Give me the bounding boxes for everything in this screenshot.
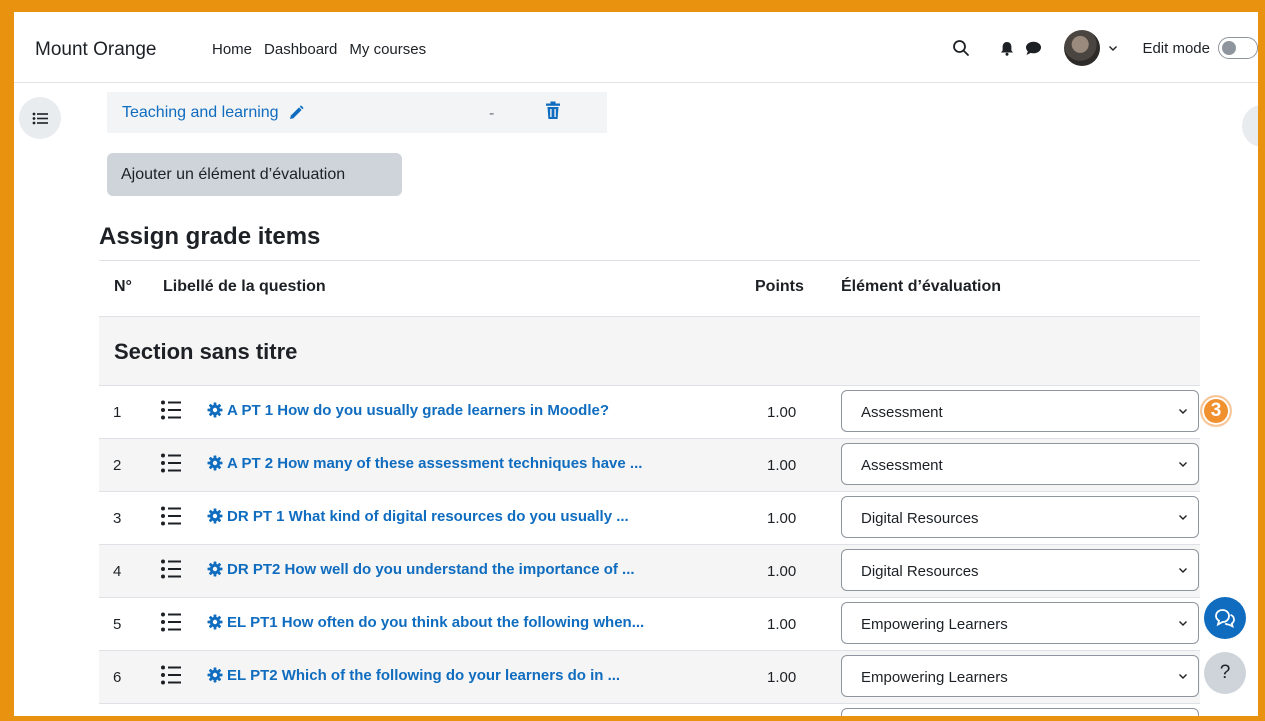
- page-title: Assign grade items: [99, 223, 321, 250]
- question-link[interactable]: A PT 1 How do you usually grade learners…: [227, 402, 609, 419]
- grade-item-select[interactable]: Digital Resources: [841, 496, 1199, 538]
- right-drawer-button[interactable]: [1242, 105, 1258, 147]
- row-number: 2: [113, 457, 122, 474]
- section-title: Section sans titre: [114, 339, 298, 364]
- grade-item-select[interactable]: Empowering Learners: [841, 655, 1199, 697]
- selected-grade-item: Assessment: [861, 457, 943, 474]
- question-link[interactable]: A PT 2 How many of these assessment tech…: [227, 455, 642, 472]
- top-navbar: Mount Orange Home Dashboard My courses E…: [14, 12, 1258, 83]
- question-link[interactable]: DR PT2 How well do you understand the im…: [227, 561, 635, 578]
- selected-grade-item: Empowering Learners: [861, 616, 1008, 633]
- pencil-icon[interactable]: [287, 104, 305, 122]
- nav-link-my-courses[interactable]: My courses: [349, 41, 426, 58]
- search-icon[interactable]: [950, 37, 972, 59]
- table-row: [99, 704, 1200, 716]
- chevron-down-icon[interactable]: [1106, 37, 1120, 59]
- list-icon[interactable]: [160, 399, 182, 425]
- list-icon: [32, 112, 48, 124]
- nav-link-home[interactable]: Home: [212, 41, 252, 58]
- gear-icon[interactable]: [207, 402, 223, 422]
- column-header-number: N°: [114, 278, 132, 295]
- points-value: 1.00: [767, 616, 797, 633]
- edit-mode-toggle[interactable]: [1218, 37, 1258, 59]
- table-header: N° Libellé de la question Points Élément…: [99, 260, 1200, 317]
- nav-link-dashboard[interactable]: Dashboard: [264, 41, 337, 58]
- trash-icon[interactable]: [545, 101, 561, 125]
- row-number: 4: [113, 563, 122, 580]
- primary-navigation: Home Dashboard My courses: [212, 41, 426, 58]
- gear-icon[interactable]: [207, 614, 223, 634]
- section-row: Section sans titre: [99, 317, 1200, 386]
- points-value: 1.00: [767, 404, 797, 421]
- points-value: 1.00: [767, 669, 797, 686]
- chat-bubbles-icon: [1215, 609, 1235, 628]
- gear-icon[interactable]: [207, 455, 223, 475]
- question-link[interactable]: EL PT2 Which of the following do your le…: [227, 667, 620, 684]
- column-header-grade-item: Élément d’évaluation: [841, 278, 1002, 295]
- chat-bubble-icon[interactable]: [1022, 37, 1044, 59]
- list-icon[interactable]: [160, 558, 182, 584]
- grade-items-table: N° Libellé de la question Points Élément…: [99, 260, 1200, 716]
- course-index-drawer-button[interactable]: [19, 97, 61, 139]
- gear-icon[interactable]: [207, 508, 223, 528]
- list-icon[interactable]: [160, 611, 182, 637]
- gear-icon[interactable]: [207, 561, 223, 581]
- chevron-down-icon: [1179, 462, 1187, 467]
- row-number: 6: [113, 669, 122, 686]
- bell-icon[interactable]: [996, 37, 1018, 59]
- list-icon[interactable]: [160, 452, 182, 478]
- selected-grade-item: Digital Resources: [861, 510, 979, 527]
- list-icon[interactable]: [160, 505, 182, 531]
- question-link[interactable]: EL PT1 How often do you think about the …: [227, 614, 644, 631]
- column-header-question: Libellé de la question: [163, 278, 326, 295]
- navbar-user-area: Edit mode: [950, 30, 1258, 66]
- chevron-down-icon: [1179, 515, 1187, 520]
- row-number: 1: [113, 404, 122, 421]
- grade-category-dash: -: [489, 105, 495, 122]
- site-brand[interactable]: Mount Orange: [35, 39, 156, 61]
- grade-category-row: Teaching and learning -: [107, 92, 607, 133]
- points-value: 1.00: [767, 457, 797, 474]
- grade-category-link[interactable]: Teaching and learning: [122, 104, 305, 122]
- grade-item-select[interactable]: Assessment: [841, 390, 1199, 432]
- chevron-down-icon: [1179, 674, 1187, 679]
- table-row: 4 DR PT2 How well do you understand the …: [99, 545, 1200, 598]
- selected-grade-item: Digital Resources: [861, 563, 979, 580]
- chat-help-button[interactable]: [1204, 597, 1246, 639]
- grade-item-select[interactable]: Digital Resources: [841, 549, 1199, 591]
- grade-category-name[interactable]: Teaching and learning: [122, 104, 279, 122]
- step-badge: 3: [1200, 395, 1232, 427]
- gear-icon[interactable]: [207, 667, 223, 687]
- grade-item-select[interactable]: [841, 708, 1199, 716]
- table-row: 5 EL PT1 How often do you think about th…: [99, 598, 1200, 651]
- list-icon[interactable]: [160, 664, 182, 690]
- points-value: 1.00: [767, 563, 797, 580]
- grade-item-select[interactable]: Assessment: [841, 443, 1199, 485]
- chevron-down-icon: [1179, 409, 1187, 414]
- table-row: 1 A PT 1 How do you usually grade learne…: [99, 386, 1200, 439]
- chevron-down-icon: [1179, 568, 1187, 573]
- edit-mode-label: Edit mode: [1142, 39, 1210, 57]
- row-number: 5: [113, 616, 122, 633]
- chevron-down-icon: [1179, 621, 1187, 626]
- content-divider: [709, 82, 1227, 83]
- table-row: 3 DR PT 1 What kind of digital resources…: [99, 492, 1200, 545]
- user-avatar[interactable]: [1064, 30, 1101, 66]
- help-button[interactable]: ?: [1204, 652, 1246, 694]
- add-grade-item-button[interactable]: Ajouter un élément d’évaluation: [107, 153, 402, 196]
- page-frame: Mount Orange Home Dashboard My courses E…: [14, 12, 1258, 716]
- row-number: 3: [113, 510, 122, 527]
- column-header-points: Points: [755, 278, 804, 295]
- selected-grade-item: Empowering Learners: [861, 669, 1008, 686]
- grade-item-select[interactable]: Empowering Learners: [841, 602, 1199, 644]
- points-value: 1.00: [767, 510, 797, 527]
- selected-grade-item: Assessment: [861, 404, 943, 421]
- question-link[interactable]: DR PT 1 What kind of digital resources d…: [227, 508, 629, 525]
- table-row: 6 EL PT2 Which of the following do your …: [99, 651, 1200, 704]
- table-row: 2 A PT 2 How many of these assessment te…: [99, 439, 1200, 492]
